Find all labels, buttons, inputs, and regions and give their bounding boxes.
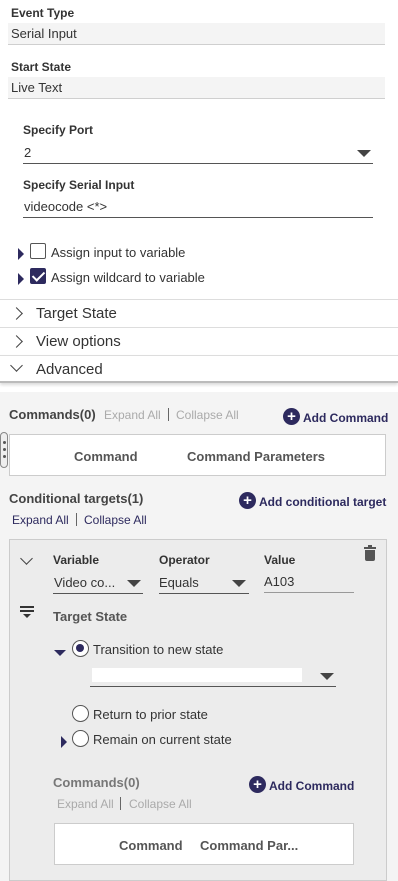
add-icon[interactable]: +: [249, 776, 266, 793]
column-params: Command Parameters: [187, 449, 325, 464]
expand-arrow-icon[interactable]: [61, 736, 67, 748]
return-label: Return to prior state: [93, 707, 208, 722]
expand-arrow-icon[interactable]: [18, 273, 24, 285]
trash-icon[interactable]: [364, 545, 376, 561]
chevron-down-icon: [320, 673, 334, 680]
commands-title: Commands(0): [9, 407, 96, 422]
chevron-down-icon: [127, 580, 141, 587]
inner-collapse-all-link[interactable]: Collapse All: [129, 797, 192, 811]
collapse-all-link[interactable]: Collapse All: [84, 513, 147, 527]
start-state-label: Start State: [11, 60, 72, 74]
remain-radio[interactable]: [72, 730, 89, 747]
assign-input-checkbox[interactable]: [30, 243, 46, 259]
variable-select[interactable]: Video co...: [53, 572, 143, 594]
column-params: Command Par...: [200, 838, 299, 853]
add-command-button[interactable]: Add Command: [303, 411, 388, 425]
section-view-options[interactable]: View options: [0, 327, 398, 355]
expand-all-link[interactable]: Expand All: [104, 408, 161, 422]
conditional-title: Conditional targets(1): [9, 491, 144, 506]
assign-wildcard-label: Assign wildcard to variable: [51, 270, 205, 285]
value-field[interactable]: A103: [264, 572, 354, 593]
chevron-down-icon: [10, 359, 23, 372]
assign-wildcard-checkbox[interactable]: [30, 268, 46, 284]
section-advanced[interactable]: Advanced: [0, 355, 398, 383]
transition-label: Transition to new state: [93, 642, 224, 657]
serial-input-value: videocode <*>: [24, 199, 108, 214]
port-value: 2: [24, 145, 32, 160]
serial-input-field[interactable]: videocode <*>: [23, 196, 373, 218]
chevron-right-icon: [10, 335, 23, 348]
chevron-down-icon: [232, 580, 246, 587]
section-target-state[interactable]: Target State: [0, 299, 398, 327]
drag-handle-icon[interactable]: [0, 432, 8, 468]
column-command: Command: [119, 838, 183, 853]
chevron-right-icon: [10, 307, 23, 320]
reorder-icon[interactable]: [20, 606, 34, 618]
serial-input-label: Specify Serial Input: [23, 178, 135, 192]
add-icon[interactable]: +: [283, 408, 300, 425]
expand-arrow-icon[interactable]: [18, 248, 24, 260]
section-title: Advanced: [36, 361, 103, 378]
separator: [120, 797, 121, 810]
transition-radio[interactable]: [72, 640, 89, 657]
expand-all-link[interactable]: Expand All: [12, 513, 69, 527]
port-select[interactable]: 2: [23, 142, 373, 164]
collapse-all-link[interactable]: Collapse All: [176, 408, 239, 422]
inner-expand-all-link[interactable]: Expand All: [57, 797, 114, 811]
expand-arrow-icon[interactable]: [54, 650, 66, 656]
start-state-field: Live Text: [8, 77, 385, 99]
operator-value: Equals: [159, 575, 199, 590]
variable-label: Variable: [53, 553, 100, 567]
section-title: View options: [36, 333, 121, 350]
section-title: Target State: [36, 305, 117, 322]
separator: [168, 408, 169, 421]
remain-label: Remain on current state: [93, 732, 232, 747]
inner-add-command-button[interactable]: Add Command: [269, 779, 354, 793]
variable-value: Video co...: [54, 575, 116, 590]
assign-input-label: Assign input to variable: [51, 245, 186, 260]
add-conditional-target-button[interactable]: Add conditional target: [259, 495, 386, 509]
commands-table: Command Command Parameters: [9, 434, 386, 476]
new-state-value-placeholder: [92, 668, 302, 682]
operator-select[interactable]: Equals: [159, 572, 249, 594]
event-type-label: Event Type: [11, 6, 75, 20]
inner-commands-table: Command Command Par...: [54, 823, 354, 865]
return-radio[interactable]: [72, 705, 89, 722]
add-icon[interactable]: +: [239, 492, 256, 509]
port-label: Specify Port: [23, 123, 94, 137]
operator-label: Operator: [159, 553, 210, 567]
value-value: A103: [264, 574, 295, 589]
new-state-select[interactable]: [90, 665, 336, 687]
inner-commands-title: Commands(0): [53, 775, 140, 790]
column-command: Command: [74, 449, 138, 464]
value-label: Value: [264, 553, 296, 567]
separator: [76, 513, 77, 526]
target-state-label: Target State: [53, 609, 128, 624]
event-type-field: Serial Input: [8, 23, 385, 45]
chevron-down-icon: [357, 150, 371, 157]
